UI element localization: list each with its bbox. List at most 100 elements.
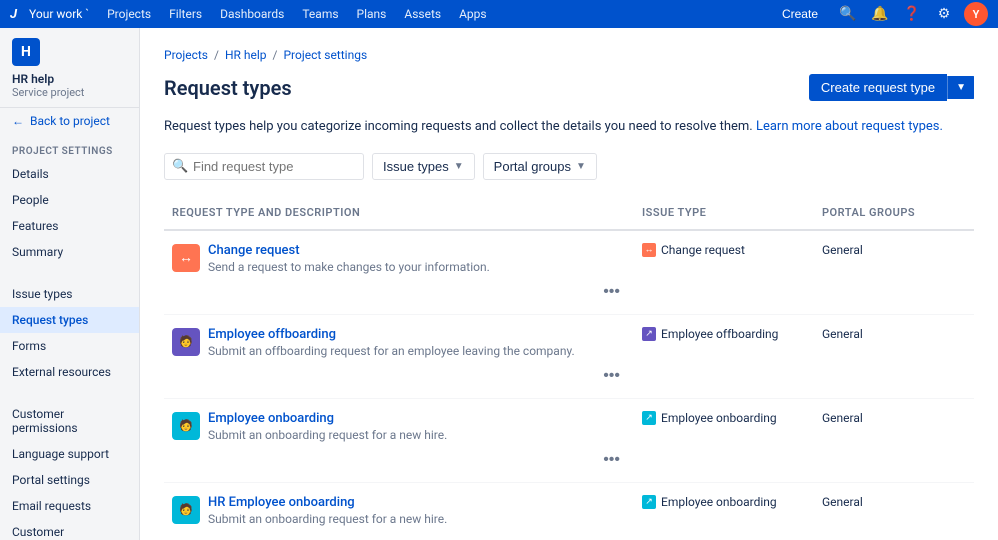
employee-offboarding-more-button[interactable]: ••• — [597, 366, 626, 386]
help-icon[interactable]: ❓ — [900, 2, 924, 26]
your-work-nav[interactable]: Your work ` — [29, 7, 89, 21]
sidebar-item-request-types[interactable]: Request types — [0, 307, 139, 333]
employee-offboarding-name[interactable]: Employee offboarding — [208, 327, 575, 342]
employee-offboarding-info: Employee offboarding Submit an offboardi… — [208, 327, 575, 358]
col-header-issue-type: Issue type — [634, 202, 814, 223]
issue-types-filter[interactable]: Issue types ▼ — [372, 153, 475, 180]
hr-onboarding-desc: Submit an onboarding request for a new h… — [208, 512, 447, 526]
filter-row: 🔍 Issue types ▼ Portal groups ▼ — [164, 153, 974, 180]
forms-label: Forms — [12, 339, 46, 353]
employee-onboarding-name[interactable]: Employee onboarding — [208, 411, 447, 426]
sidebar-item-forms[interactable]: Forms — [0, 333, 139, 359]
sidebar-item-summary[interactable]: Summary — [0, 239, 139, 265]
features-label: Features — [12, 219, 58, 233]
employee-offboarding-issue-badge: ↗ Employee offboarding — [642, 327, 806, 341]
summary-label: Summary — [12, 245, 63, 259]
nav-filters[interactable]: Filters — [163, 5, 208, 23]
details-label: Details — [12, 167, 49, 181]
col-header-type-description: Request type and description — [164, 202, 634, 223]
request-type-cell-offboarding: 🧑 Employee offboarding Submit an offboar… — [164, 323, 634, 362]
nav-assets[interactable]: Assets — [398, 5, 447, 23]
breadcrumb-hr-help[interactable]: HR help — [225, 48, 267, 62]
project-type: Service project — [12, 86, 127, 99]
notifications-icon[interactable]: 🔔 — [868, 2, 892, 26]
change-request-more-button[interactable]: ••• — [597, 282, 626, 302]
back-icon: ← — [12, 114, 24, 128]
sidebar-item-customer-notifications[interactable]: Customer notifications — [0, 519, 139, 540]
language-support-label: Language support — [12, 447, 109, 461]
create-request-type-button[interactable]: Create request type — [809, 74, 947, 101]
user-avatar[interactable]: Y — [964, 2, 988, 26]
employee-offboarding-portal: General — [814, 323, 974, 345]
sidebar-section-0: PROJECT SETTINGS Details People Features… — [0, 134, 139, 273]
sidebar-item-language-support[interactable]: Language support — [0, 441, 139, 467]
change-request-issue-dot: ↔ — [642, 243, 656, 257]
jira-logo: J — [10, 7, 17, 22]
search-input[interactable] — [164, 153, 364, 180]
change-request-desc: Send a request to make changes to your i… — [208, 260, 490, 274]
change-request-info: Change request Send a request to make ch… — [208, 243, 490, 274]
create-request-type-dropdown-caret[interactable]: ▼ — [947, 76, 974, 99]
employee-offboarding-icon: 🧑 — [172, 328, 200, 356]
employee-offboarding-portal-badge: General — [822, 327, 966, 341]
change-request-name[interactable]: Change request — [208, 243, 490, 258]
settings-icon[interactable]: ⚙ — [932, 2, 956, 26]
change-request-issue-badge: ↔ Change request — [642, 243, 806, 257]
employee-offboarding-desc: Submit an offboarding request for an emp… — [208, 344, 575, 358]
change-request-issue-label: Change request — [661, 243, 745, 257]
breadcrumb-projects[interactable]: Projects — [164, 48, 208, 62]
sidebar-item-issue-types[interactable]: Issue types — [0, 281, 139, 307]
employee-onboarding-info: Employee onboarding Submit an onboarding… — [208, 411, 447, 442]
hr-onboarding-issue-badge: ↗ Employee onboarding — [642, 495, 806, 509]
request-type-cell-hr-onboarding: 🧑 HR Employee onboarding Submit an onboa… — [164, 491, 634, 530]
hr-onboarding-name[interactable]: HR Employee onboarding — [208, 495, 447, 510]
table-row: ↔ Change request Send a request to make … — [164, 231, 974, 315]
sidebar-item-features[interactable]: Features — [0, 213, 139, 239]
employee-onboarding-more-button[interactable]: ••• — [597, 450, 626, 470]
nav-apps[interactable]: Apps — [453, 5, 493, 23]
page-header: Request types Create request type ▼ — [164, 74, 974, 101]
sidebar-item-details[interactable]: Details — [0, 161, 139, 187]
create-button-topbar[interactable]: Create — [772, 4, 828, 24]
sidebar-item-external-resources[interactable]: External resources — [0, 359, 139, 385]
sidebar-item-customer-permissions[interactable]: Customer permissions — [0, 401, 139, 441]
request-types-label: Request types — [12, 313, 88, 327]
nav-plans[interactable]: Plans — [351, 5, 393, 23]
nav-projects[interactable]: Projects — [101, 5, 157, 23]
breadcrumb-sep-1: / — [214, 48, 219, 62]
sidebar-item-email-requests[interactable]: Email requests — [0, 493, 139, 519]
nav-teams[interactable]: Teams — [296, 5, 344, 23]
search-icon-topbar[interactable]: 🔍 — [836, 2, 860, 26]
request-type-cell-onboarding: 🧑 Employee onboarding Submit an onboardi… — [164, 407, 634, 446]
page-title: Request types — [164, 76, 292, 100]
employee-offboarding-issue-type: ↗ Employee offboarding — [634, 323, 814, 345]
sidebar-item-people[interactable]: People — [0, 187, 139, 213]
table-header: Request type and description Issue type … — [164, 196, 974, 231]
hr-onboarding-issue-label: Employee onboarding — [661, 495, 777, 509]
hr-onboarding-portal: General — [814, 491, 974, 513]
employee-onboarding-desc: Submit an onboarding request for a new h… — [208, 428, 447, 442]
sidebar-item-portal-settings[interactable]: Portal settings — [0, 467, 139, 493]
topbar-right: Create 🔍 🔔 ❓ ⚙ Y — [772, 2, 988, 26]
project-icon: H — [12, 38, 40, 66]
breadcrumb-sep-2: / — [273, 48, 278, 62]
hr-onboarding-issue-dot: ↗ — [642, 495, 656, 509]
learn-more-link[interactable]: Learn more about request types. — [756, 119, 943, 134]
sidebar-section-2: Customer permissions Language support Po… — [0, 393, 139, 540]
table-row: 🧑 HR Employee onboarding Submit an onboa… — [164, 483, 974, 540]
employee-offboarding-issue-dot: ↗ — [642, 327, 656, 341]
nav-dashboards[interactable]: Dashboards — [214, 5, 290, 23]
table-row: 🧑 Employee onboarding Submit an onboardi… — [164, 399, 974, 483]
issue-types-filter-label: Issue types — [383, 159, 449, 174]
search-icon: 🔍 — [172, 159, 188, 174]
table-row: 🧑 Employee offboarding Submit an offboar… — [164, 315, 974, 399]
back-to-project[interactable]: ← Back to project — [0, 108, 139, 134]
hr-onboarding-more-button[interactable]: ••• — [597, 534, 626, 540]
project-name: HR help — [12, 72, 127, 86]
request-type-cell-change: ↔ Change request Send a request to make … — [164, 239, 634, 278]
sidebar-section-1: Issue types Request types Forms External… — [0, 273, 139, 393]
employee-onboarding-issue-label: Employee onboarding — [661, 411, 777, 425]
portal-groups-filter[interactable]: Portal groups ▼ — [483, 153, 597, 180]
employee-onboarding-portal-badge: General — [822, 411, 966, 425]
breadcrumb-project-settings[interactable]: Project settings — [283, 48, 367, 62]
